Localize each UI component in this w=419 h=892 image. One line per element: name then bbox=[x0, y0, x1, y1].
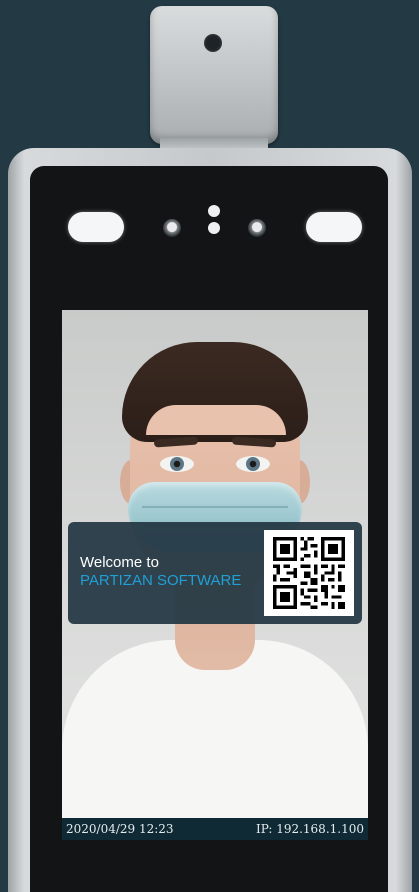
qr-code-icon[interactable] bbox=[264, 530, 354, 616]
fill-light-left bbox=[68, 212, 124, 242]
thermal-sensor-head bbox=[150, 6, 278, 144]
person-forehead bbox=[146, 405, 286, 435]
person-shirt bbox=[62, 640, 368, 840]
camera-right-icon bbox=[248, 219, 266, 237]
thermal-lens bbox=[204, 34, 222, 52]
person-eye-right bbox=[236, 456, 270, 472]
ir-sensor-bottom bbox=[208, 222, 220, 234]
terminal-stage: Welcome to PARTIZAN SOFTWARE 2020/04/29 … bbox=[0, 0, 419, 892]
person-eye-left bbox=[160, 456, 194, 472]
qr-code-graphic bbox=[273, 537, 345, 609]
status-ip-address: IP: 192.168.1.100 bbox=[255, 822, 364, 836]
company-name: PARTIZAN SOFTWARE bbox=[80, 572, 242, 589]
status-datetime: 2020/04/29 12:23 bbox=[66, 822, 174, 836]
mask-fold bbox=[142, 506, 288, 508]
ir-sensor-top bbox=[208, 205, 220, 217]
welcome-card: Welcome to PARTIZAN SOFTWARE bbox=[68, 522, 362, 624]
fill-light-right bbox=[306, 212, 362, 242]
camera-left-icon bbox=[163, 219, 181, 237]
status-bar: 2020/04/29 12:23 IP: 192.168.1.100 bbox=[62, 818, 368, 840]
welcome-text: Welcome to bbox=[80, 554, 159, 571]
